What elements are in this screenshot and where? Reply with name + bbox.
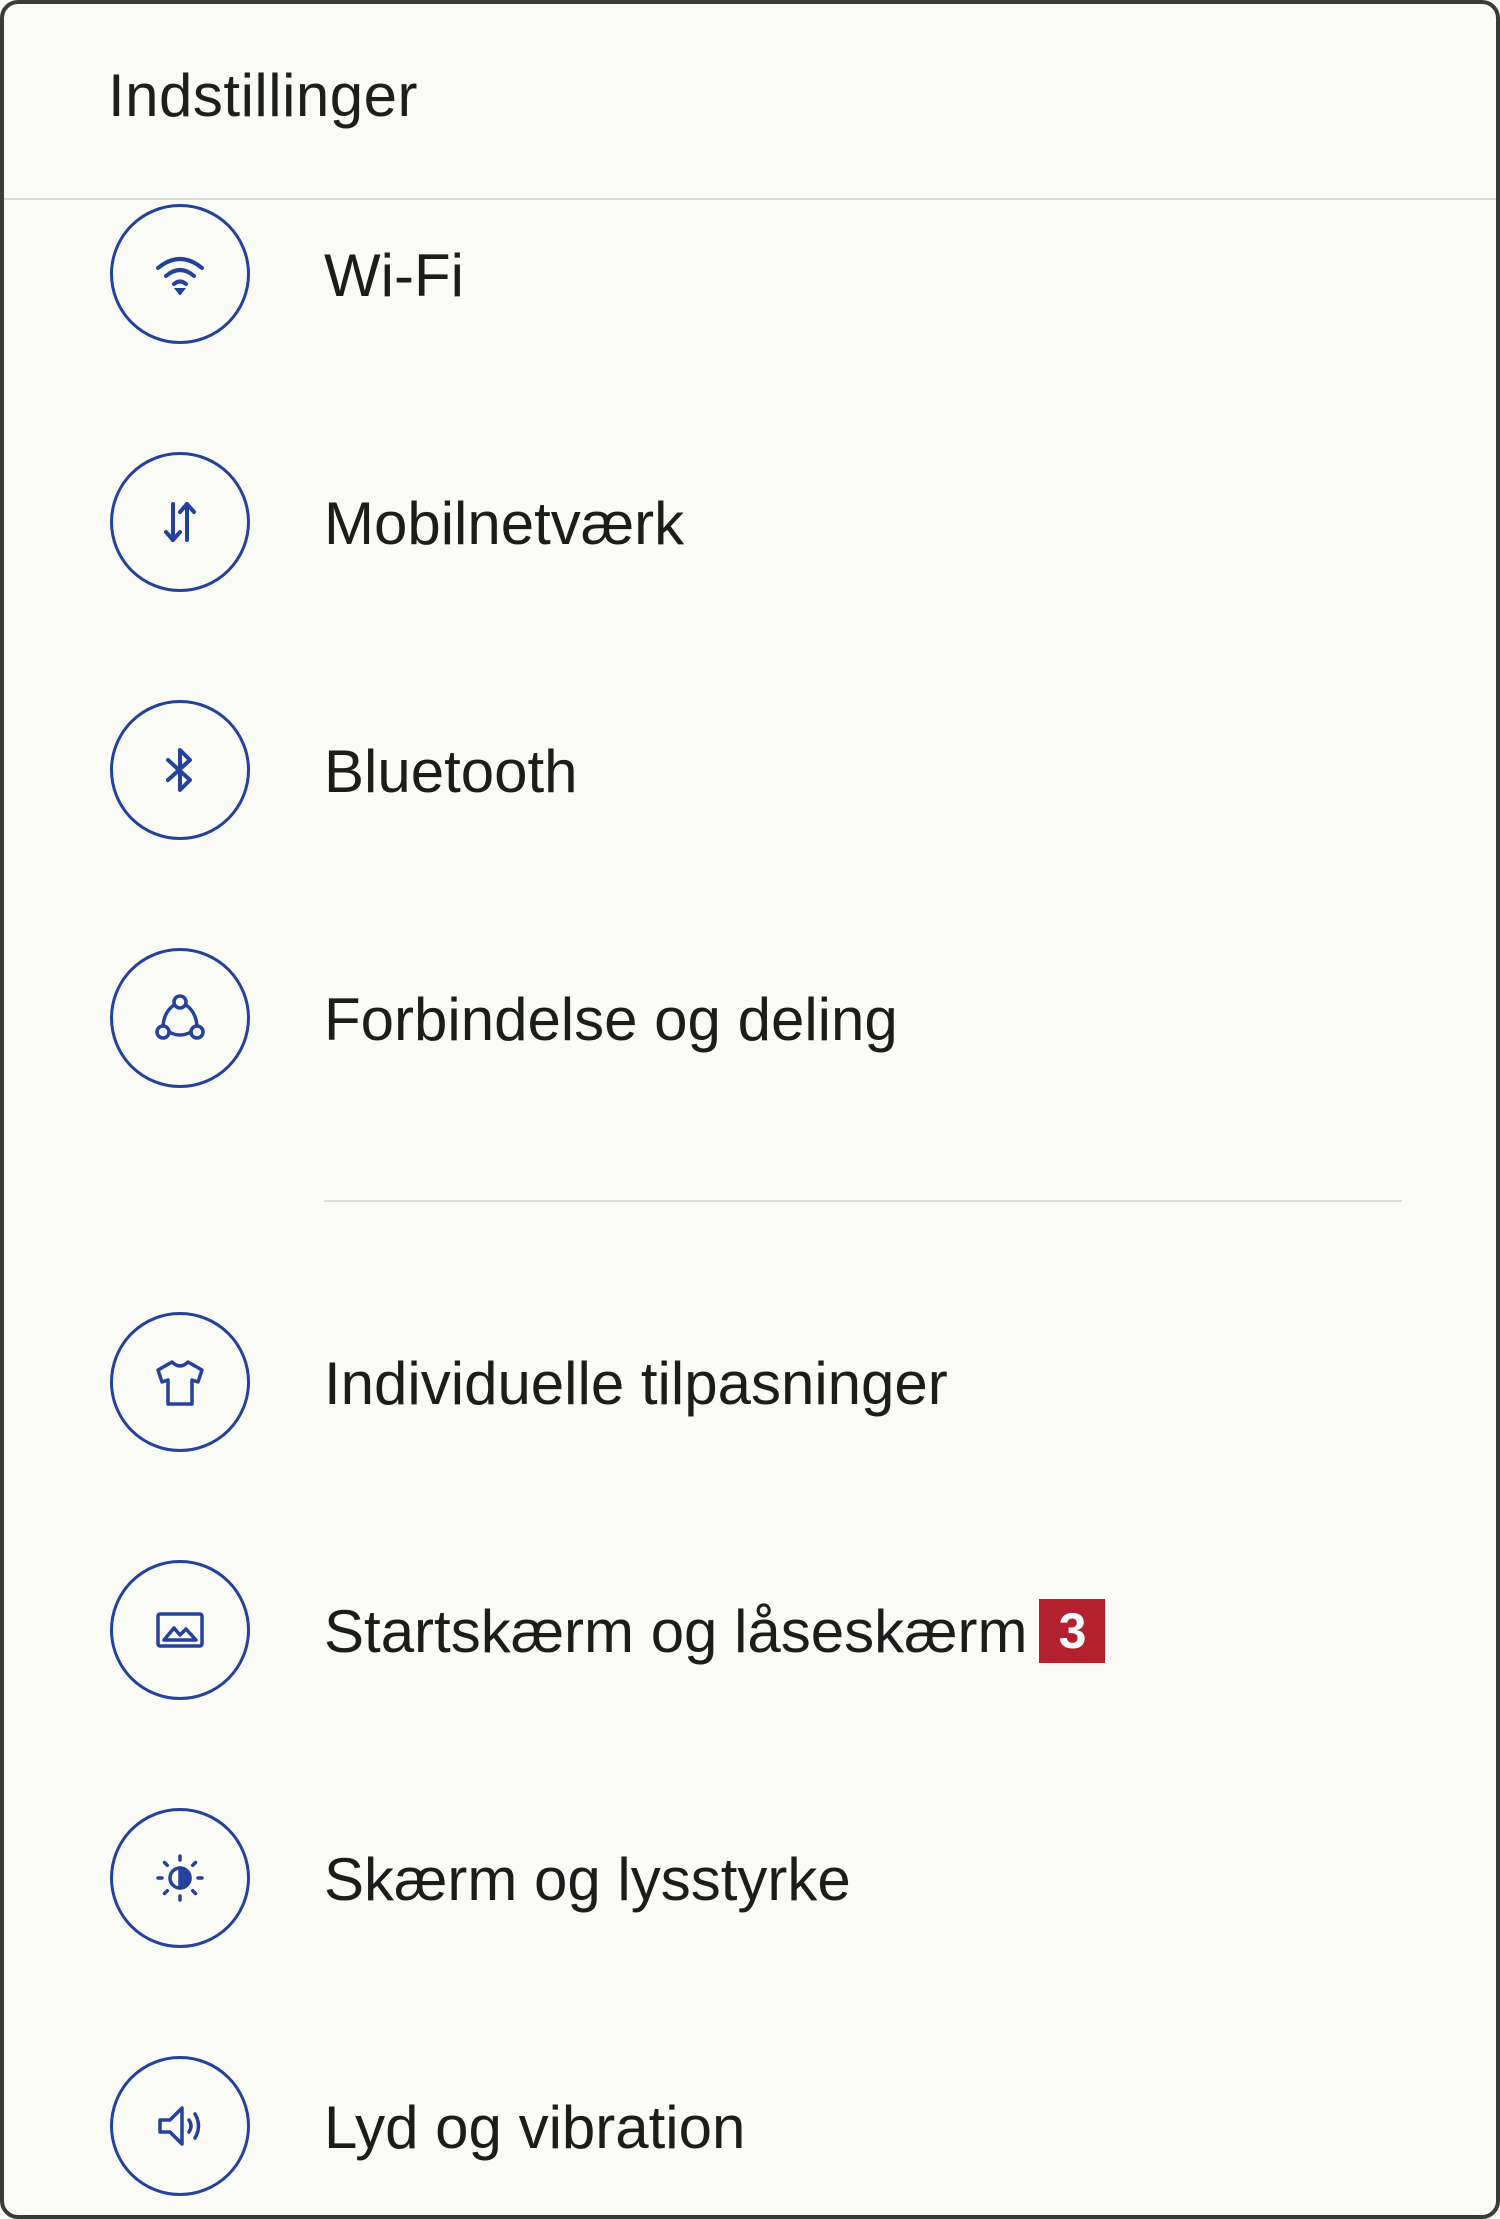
settings-item-label: Lyd og vibration [324,2094,746,2161]
brightness-icon [110,1808,250,1948]
connection-sharing-icon [110,948,250,1088]
settings-item-display-brightness[interactable]: Skærm og lysstyrke [4,1780,1496,1980]
settings-item-label-row: Startskærm og låseskærm 3 [324,1592,1106,1672]
settings-item-label: Skærm og lysstyrke [324,1846,851,1913]
settings-item-home-lock-screen[interactable]: Startskærm og låseskærm 3 [4,1532,1496,1732]
bluetooth-icon [110,700,250,840]
section-divider [324,1200,1402,1202]
settings-item-mobile-network[interactable]: Mobilnetværk [4,424,1496,624]
wifi-icon [110,204,250,344]
settings-item-label: Forbindelse og deling [324,986,898,1053]
settings-item-label: Startskærm og låseskærm [324,1598,1028,1665]
settings-item-label: Mobilnetværk [324,490,685,557]
settings-item-sound-vibration[interactable]: Lyd og vibration [4,2028,1496,2215]
settings-item-wifi[interactable]: Wi-Fi [4,176,1496,376]
settings-item-label: Individuelle tilpasninger [324,1350,948,1417]
settings-item-label: Wi-Fi [324,242,464,309]
settings-item-bluetooth[interactable]: Bluetooth [4,672,1496,872]
settings-item-label: Bluetooth [324,738,578,805]
tshirt-icon [110,1312,250,1452]
mobile-data-icon [110,452,250,592]
speaker-icon [110,2056,250,2196]
wallpaper-icon [110,1560,250,1700]
settings-item-personalization[interactable]: Individuelle tilpasninger [4,1284,1496,1484]
settings-screen: Indstillinger Wi-Fi Mobilnetværk Bluetoo… [0,0,1500,2219]
page-title: Indstillinger [108,62,418,129]
header: Indstillinger [4,4,1496,200]
notification-badge: 3 [1039,1599,1106,1663]
settings-item-connection-sharing[interactable]: Forbindelse og deling [4,920,1496,1120]
